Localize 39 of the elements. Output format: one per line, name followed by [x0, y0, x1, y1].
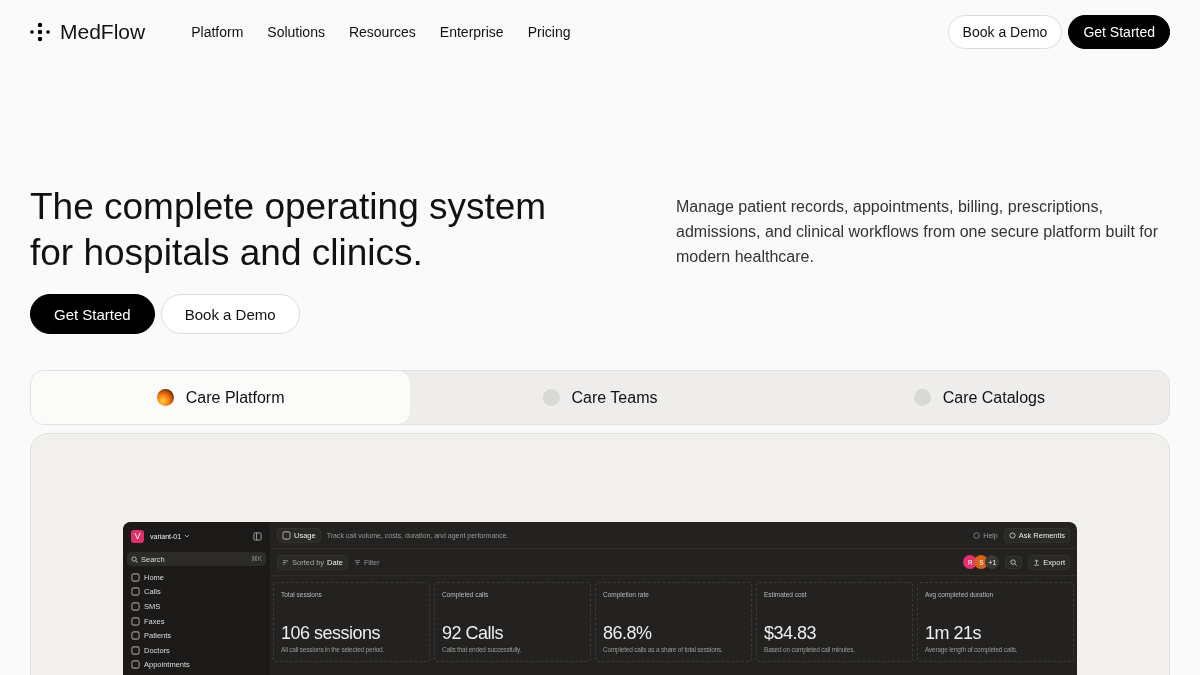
- gradient-dot-icon: [156, 389, 174, 406]
- chevron-down-icon: [184, 533, 191, 539]
- book-demo-button[interactable]: Book a Demo: [947, 15, 1063, 49]
- search-button[interactable]: [1005, 555, 1023, 569]
- metric-value: 86.8%: [603, 623, 653, 644]
- metric-value: 1m 21s: [925, 623, 983, 644]
- filter-icon: [353, 558, 361, 566]
- sort-icon: [282, 558, 289, 566]
- metric-value: 106 sessions: [281, 623, 382, 644]
- nav-link[interactable]: Solutions: [267, 24, 325, 40]
- product-tab[interactable]: Care Teams: [410, 371, 790, 424]
- product-tab[interactable]: Care Catalogs: [789, 371, 1169, 424]
- brand-name: MedFlow: [60, 20, 146, 44]
- square-icon: [131, 616, 140, 626]
- search-icon: [131, 555, 138, 563]
- workspace-avatar: V: [131, 529, 144, 543]
- square-icon: [131, 602, 140, 611]
- get-started-button[interactable]: Get Started: [1068, 15, 1170, 49]
- search-icon: [1010, 558, 1018, 566]
- hero-description: Manage patient records, appointments, billing, prescriptions, admissions, and clinical workflows from one secure platform built for modern healthcare.: [676, 197, 1159, 267]
- get-started-button[interactable]: Get Started: [30, 294, 155, 334]
- hero-title: The complete operating system for hospitals and clinics.: [30, 185, 548, 275]
- square-icon: [282, 530, 291, 540]
- product-tab[interactable]: Care Platform: [31, 371, 411, 424]
- nav-link[interactable]: Pricing: [527, 24, 571, 40]
- nav-link[interactable]: Resources: [348, 24, 416, 40]
- book-demo-button[interactable]: Book a Demo: [160, 294, 300, 334]
- dots-logo-icon: [30, 22, 50, 42]
- metric-value: $34.83: [764, 623, 818, 644]
- square-icon: [131, 572, 140, 582]
- square-icon: [131, 660, 140, 670]
- upload-icon: [1033, 558, 1041, 566]
- nav-link[interactable]: Enterprise: [439, 24, 504, 40]
- sidebar-toggle-icon[interactable]: [253, 531, 262, 541]
- square-icon: [131, 645, 140, 655]
- metric-value: 92 Calls: [442, 623, 505, 644]
- nav-link[interactable]: Platform: [191, 24, 244, 40]
- square-icon: [131, 631, 140, 641]
- square-icon: [131, 587, 140, 597]
